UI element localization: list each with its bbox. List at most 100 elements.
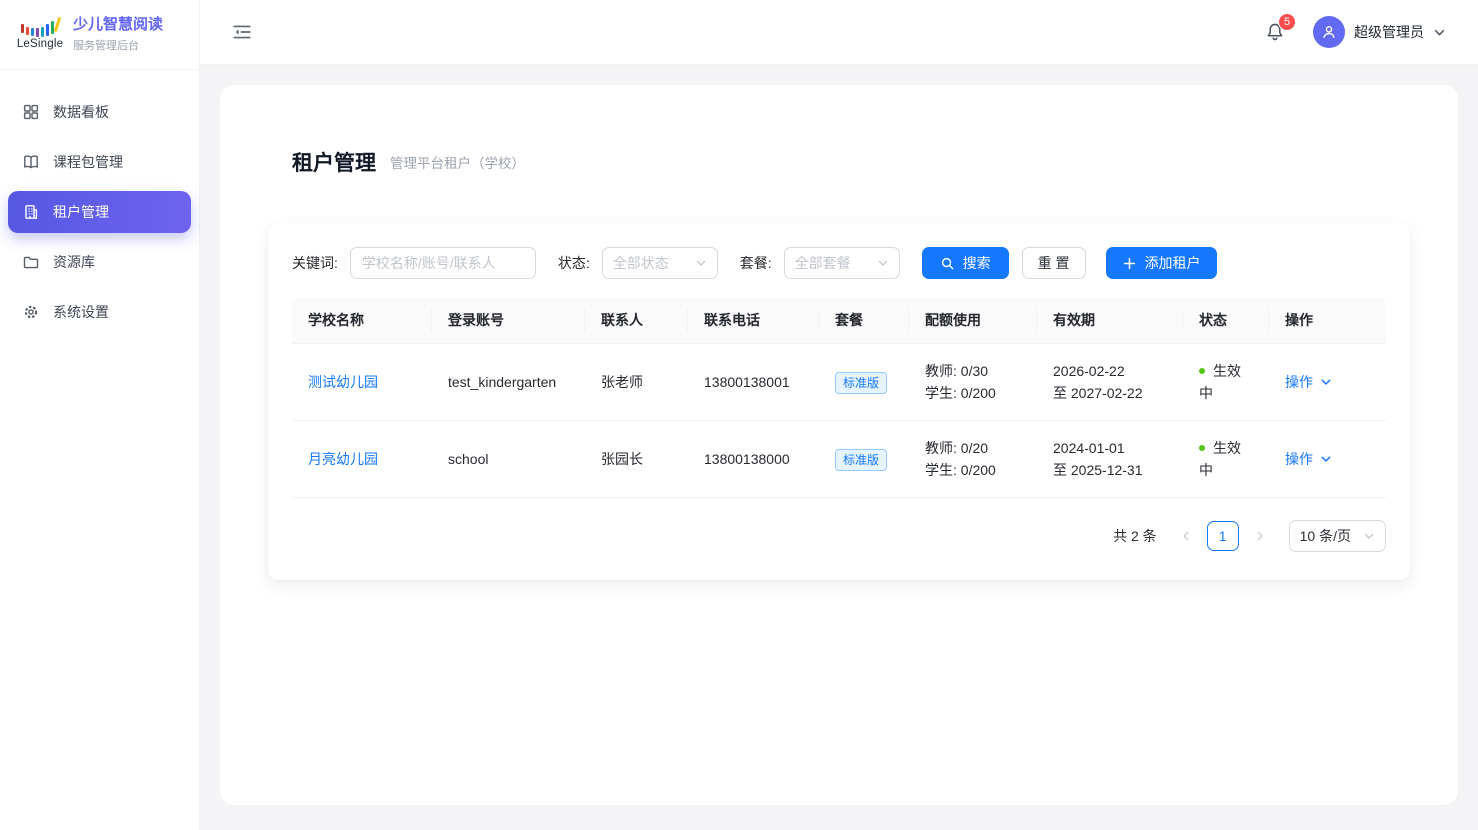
row-actions-dropdown[interactable]: 操作	[1285, 371, 1332, 393]
content-area: 租户管理 管理平台租户（学校） 关键词: 状态: 全部状态	[200, 65, 1478, 830]
status-cell: 生效中	[1183, 421, 1269, 498]
next-page-button[interactable]	[1247, 521, 1273, 551]
status-select-value: 全部状态	[613, 253, 669, 273]
brand-subtitle: 服务管理后台	[73, 37, 163, 53]
tenant-table: 学校名称 登录账号 联系人 联系电话 套餐 配额使用 有效期 状态 操作	[292, 297, 1386, 498]
school-link[interactable]: 月亮幼儿园	[308, 451, 378, 467]
reset-button[interactable]: 重 置	[1022, 247, 1086, 279]
status-cell: 生效中	[1183, 344, 1269, 421]
filter-bar: 关键词: 状态: 全部状态 套餐: 全部套餐	[292, 247, 1386, 279]
row-actions-dropdown[interactable]: 操作	[1285, 448, 1332, 470]
table-row: 月亮幼儿园 school 张园长 13800138000 标准版 教师: 0/2…	[292, 421, 1386, 498]
plan-label: 套餐:	[740, 253, 772, 273]
page-size-value: 10 条/页	[1300, 526, 1351, 546]
page-head: 租户管理 管理平台租户（学校）	[292, 147, 1410, 177]
table-header-row: 学校名称 登录账号 联系人 联系电话 套餐 配额使用 有效期 状态 操作	[292, 297, 1386, 344]
phone-cell: 13800138000	[688, 421, 819, 498]
prev-page-button[interactable]	[1173, 521, 1199, 551]
col-status: 状态	[1183, 297, 1269, 344]
col-contact: 联系人	[585, 297, 688, 344]
sidebar-menu: 数据看板 课程包管理 租户管理 资源库	[0, 70, 199, 362]
app-root: LeSingle 少儿智慧阅读 服务管理后台 数据看板 课程包管理	[0, 0, 1478, 830]
brand-name: 少儿智慧阅读	[73, 16, 163, 34]
top-header: 5 超级管理员	[200, 0, 1478, 65]
school-link[interactable]: 测试幼儿园	[308, 374, 378, 390]
col-quota: 配额使用	[909, 297, 1037, 344]
logo-text: LeSingle	[16, 38, 64, 50]
plus-icon	[1122, 256, 1137, 271]
page-1-button[interactable]: 1	[1207, 521, 1239, 551]
col-plan: 套餐	[819, 297, 909, 344]
quota-cell: 教师: 0/20 学生: 0/200	[909, 421, 1037, 498]
phone-cell: 13800138001	[688, 344, 819, 421]
col-actions: 操作	[1269, 297, 1386, 344]
bell-icon	[1265, 29, 1285, 45]
pagination-total: 共 2 条	[1113, 526, 1157, 546]
folder-icon	[22, 253, 40, 271]
add-tenant-button[interactable]: 添加租户	[1106, 247, 1217, 279]
chevron-down-icon	[1320, 453, 1332, 465]
sidebar-item-label: 数据看板	[53, 102, 109, 122]
validity-cell: 2024-01-01 至 2025-12-31	[1037, 421, 1183, 498]
sidebar-item-label: 系统设置	[53, 302, 109, 322]
page-title: 租户管理	[292, 147, 376, 177]
plan-select-value: 全部套餐	[795, 253, 851, 273]
account-cell: test_kindergarten	[432, 344, 585, 421]
brand-logo: LeSingle	[16, 19, 64, 50]
dashboard-icon	[22, 103, 40, 121]
book-icon	[22, 153, 40, 171]
chevron-down-icon	[1363, 530, 1375, 542]
sidebar-item-label: 课程包管理	[53, 152, 123, 172]
chevron-down-icon	[877, 257, 889, 269]
prev-page-icon	[1180, 530, 1192, 542]
gear-icon	[22, 303, 40, 321]
search-button[interactable]: 搜索	[922, 247, 1009, 279]
chevron-down-icon	[695, 257, 707, 269]
status-label: 状态:	[558, 253, 590, 273]
notification-badge: 5	[1278, 13, 1296, 31]
sidebar-item-dashboard[interactable]: 数据看板	[8, 91, 191, 133]
avatar-user-icon	[1320, 23, 1338, 41]
sidebar-item-course-packages[interactable]: 课程包管理	[8, 141, 191, 183]
sidebar-item-label: 租户管理	[53, 202, 109, 222]
notification-bell[interactable]: 5	[1265, 22, 1285, 42]
validity-cell: 2026-02-22 至 2027-02-22	[1037, 344, 1183, 421]
status-select[interactable]: 全部状态	[602, 247, 718, 279]
status-dot	[1199, 445, 1205, 451]
col-account: 登录账号	[432, 297, 585, 344]
page-subtitle: 管理平台租户（学校）	[390, 152, 525, 172]
logo-bars-icon	[16, 19, 64, 37]
keyword-input[interactable]	[350, 247, 536, 279]
menu-fold-icon[interactable]	[232, 22, 252, 42]
plan-badge: 标准版	[835, 449, 887, 471]
sidebar: LeSingle 少儿智慧阅读 服务管理后台 数据看板 课程包管理	[0, 0, 200, 830]
pagination: 共 2 条 1 10 条/页	[292, 498, 1386, 556]
status-badge: 生效中	[1199, 440, 1241, 478]
sidebar-item-label: 资源库	[53, 252, 95, 272]
next-page-icon	[1254, 530, 1266, 542]
page-size-select[interactable]: 10 条/页	[1289, 520, 1386, 552]
keyword-label: 关键词:	[292, 253, 338, 273]
avatar	[1313, 16, 1345, 48]
brand: LeSingle 少儿智慧阅读 服务管理后台	[0, 0, 199, 70]
plan-badge: 标准版	[835, 372, 887, 394]
plan-select[interactable]: 全部套餐	[784, 247, 900, 279]
sidebar-item-tenants[interactable]: 租户管理	[8, 191, 191, 233]
contact-cell: 张老师	[585, 344, 688, 421]
status-dot	[1199, 368, 1205, 374]
status-badge: 生效中	[1199, 363, 1241, 401]
chevron-down-icon	[1433, 26, 1446, 39]
table-row: 测试幼儿园 test_kindergarten 张老师 13800138001 …	[292, 344, 1386, 421]
building-icon	[22, 203, 40, 221]
sidebar-item-resources[interactable]: 资源库	[8, 241, 191, 283]
contact-cell: 张园长	[585, 421, 688, 498]
sidebar-item-settings[interactable]: 系统设置	[8, 291, 191, 333]
col-phone: 联系电话	[688, 297, 819, 344]
account-cell: school	[432, 421, 585, 498]
user-name: 超级管理员	[1354, 22, 1424, 42]
search-icon	[940, 256, 955, 271]
quota-cell: 教师: 0/30 学生: 0/200	[909, 344, 1037, 421]
user-menu[interactable]: 超级管理员	[1313, 16, 1446, 48]
main-area: 5 超级管理员 租户管理 管理平台租户（学校）	[200, 0, 1478, 830]
col-validity: 有效期	[1037, 297, 1183, 344]
